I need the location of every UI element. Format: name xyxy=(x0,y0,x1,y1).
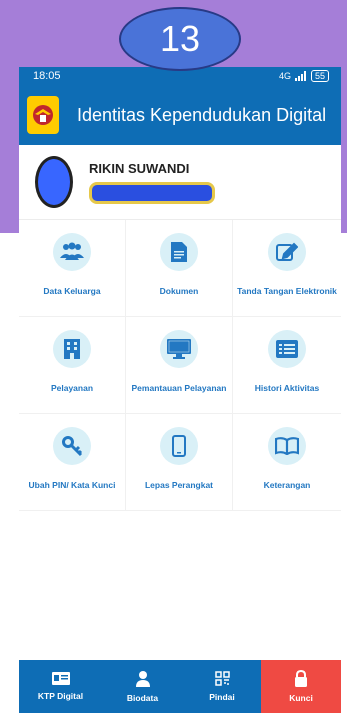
menu-label: Ubah PIN/ Kata Kunci xyxy=(28,480,116,490)
phone-icon xyxy=(160,427,198,465)
nav-ktp-digital[interactable]: KTP Digital xyxy=(19,660,102,713)
menu-label: Lepas Perangkat xyxy=(144,480,214,490)
phone-screen: 18:05 4G 55 Identitas Kependudukan Digit… xyxy=(19,67,341,713)
qr-code-icon xyxy=(214,671,230,686)
nav-pindai[interactable]: Pindai xyxy=(183,660,261,713)
signal-icon: 4G xyxy=(278,71,291,81)
building-icon xyxy=(53,330,91,368)
menu-keterangan[interactable]: Keterangan xyxy=(233,414,341,511)
menu-label: Data Keluarga xyxy=(43,286,101,296)
book-icon xyxy=(268,427,306,465)
signature-icon xyxy=(268,233,306,271)
nav-biodata[interactable]: Biodata xyxy=(102,660,183,713)
menu-label: Tanda Tangan Elektronik xyxy=(237,286,337,296)
document-icon xyxy=(160,233,198,271)
battery-icon: 55 xyxy=(310,70,329,82)
menu-grid: Data Keluarga Dokumen Tanda Tangan Elekt… xyxy=(19,220,341,511)
menu-data-keluarga[interactable]: Data Keluarga xyxy=(19,220,126,317)
profile-card: RIKIN SUWANDI xyxy=(19,145,341,220)
signal-bars-icon xyxy=(294,71,306,81)
nav-label: KTP Digital xyxy=(37,691,84,701)
nav-label: Pindai xyxy=(209,692,235,702)
menu-ubah-pin[interactable]: Ubah PIN/ Kata Kunci xyxy=(19,414,126,511)
family-icon xyxy=(53,233,91,271)
nav-label: Biodata xyxy=(126,692,159,703)
menu-label: Keterangan xyxy=(263,480,311,490)
menu-tanda-tangan[interactable]: Tanda Tangan Elektronik xyxy=(233,220,341,317)
history-icon xyxy=(268,330,306,368)
menu-pemantauan-pelayanan[interactable]: Pemantauan Pelayanan xyxy=(126,317,233,414)
status-time: 18:05 xyxy=(33,70,61,82)
garuda-emblem-icon xyxy=(27,96,59,134)
menu-pelayanan[interactable]: Pelayanan xyxy=(19,317,126,414)
avatar xyxy=(35,156,73,208)
app-bar: Identitas Kependudukan Digital xyxy=(19,85,341,145)
app-title: Identitas Kependudukan Digital xyxy=(77,104,327,125)
menu-label: Pelayanan xyxy=(50,383,94,393)
menu-histori-aktivitas[interactable]: Histori Aktivitas xyxy=(233,317,341,414)
menu-label: Histori Aktivitas xyxy=(254,383,320,393)
step-number-badge: 13 xyxy=(119,7,241,71)
key-icon xyxy=(53,427,91,465)
id-card-icon xyxy=(51,672,70,685)
menu-dokumen[interactable]: Dokumen xyxy=(126,220,233,317)
menu-lepas-perangkat[interactable]: Lepas Perangkat xyxy=(126,414,233,511)
status-icons: 4G 55 xyxy=(279,70,329,82)
nav-label: Kunci xyxy=(289,693,313,703)
monitor-icon xyxy=(160,330,198,368)
bottom-nav: KTP Digital Biodata Pindai Kunci xyxy=(19,660,341,713)
redacted-id-bar xyxy=(89,181,215,204)
lock-icon xyxy=(295,670,307,687)
menu-label: Pemantauan Pelayanan xyxy=(131,383,227,393)
menu-label: Dokumen xyxy=(159,286,199,296)
nav-kunci[interactable]: Kunci xyxy=(261,660,341,713)
person-icon xyxy=(135,670,150,687)
profile-name: RIKIN SUWANDI xyxy=(89,160,190,176)
